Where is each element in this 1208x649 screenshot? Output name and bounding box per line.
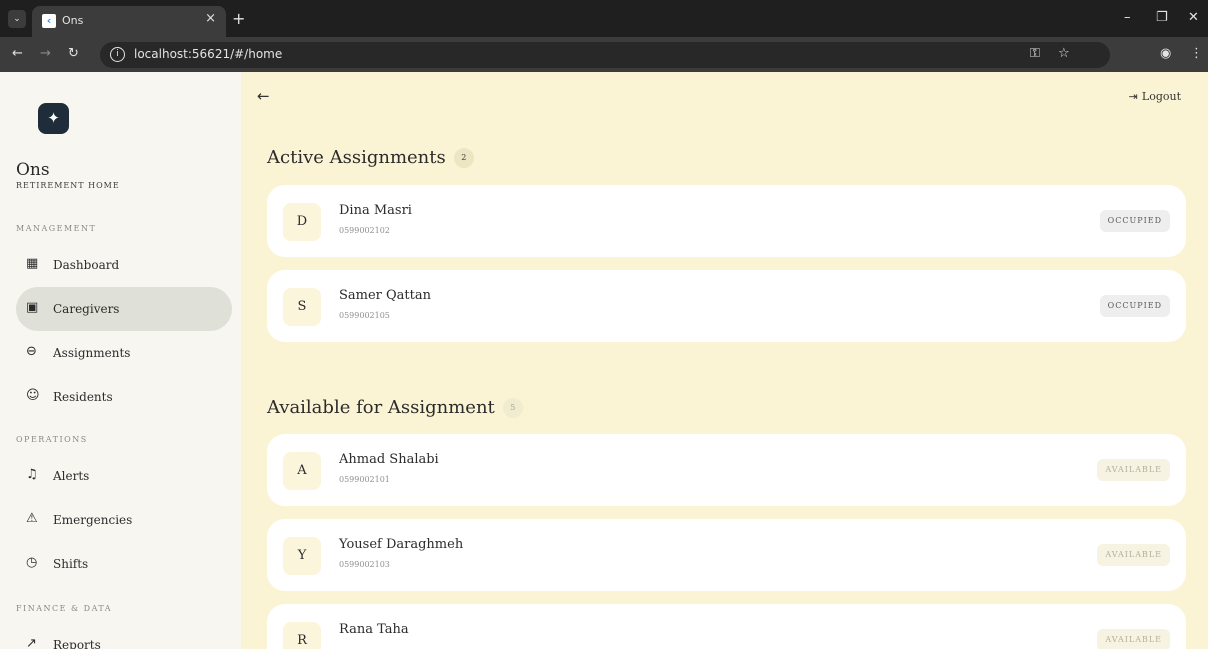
caregiver-phone: 0599002101	[339, 475, 390, 484]
available-heading: Available for Assignment 5	[267, 397, 523, 418]
sidebar-item-label: Reports	[53, 638, 101, 649]
back-arrow-icon[interactable]: ←	[257, 87, 270, 105]
logout-button[interactable]: ⇥ Logout	[1129, 90, 1181, 103]
sidebar-item-label: Dashboard	[53, 258, 120, 272]
sidebar-item-shifts[interactable]: ◷ Shifts	[16, 542, 232, 586]
caregiver-phone: 0599002105	[339, 311, 390, 320]
status-badge: AVAILABLE	[1097, 629, 1170, 649]
caregiver-card[interactable]: R Rana Taha AVAILABLE	[267, 604, 1186, 649]
sidebar-item-label: Residents	[53, 390, 113, 404]
menu-kebab-icon[interactable]: ⋮	[1190, 46, 1203, 61]
caregiver-card[interactable]: Y Yousef Daraghmeh 0599002103 AVAILABLE	[267, 519, 1186, 591]
caregiver-card[interactable]: D Dina Masri 0599002102 OCCUPIED	[267, 185, 1186, 257]
sidebar-item-label: Shifts	[53, 557, 89, 571]
sidebar-item-label: Emergencies	[53, 513, 133, 527]
link-icon: ⊖	[26, 344, 37, 359]
section-management: MANAGEMENT	[16, 224, 97, 233]
status-badge: OCCUPIED	[1099, 210, 1170, 232]
sidebar-item-label: Assignments	[53, 346, 131, 360]
tab-title: Ons	[62, 14, 84, 27]
sidebar-item-residents[interactable]: ☺ Residents	[16, 375, 232, 419]
close-window-icon[interactable]: ✕	[1188, 10, 1199, 25]
sidebar-item-assignments[interactable]: ⊖ Assignments	[16, 331, 232, 375]
sidebar-item-label: Alerts	[53, 469, 90, 483]
people-icon: ☺	[26, 388, 40, 403]
profile-icon[interactable]: ◉	[1160, 46, 1171, 61]
address-bar[interactable]: i localhost:56621/#/home ⚿ ☆	[100, 42, 1110, 68]
caregiver-phone: 0599002103	[339, 560, 390, 569]
active-assignments-heading: Active Assignments 2	[267, 147, 474, 168]
avatar: S	[283, 288, 321, 326]
count-badge: 5	[502, 398, 523, 418]
caregiver-card[interactable]: S Samer Qattan 0599002105 OCCUPIED	[267, 270, 1186, 342]
new-tab-icon[interactable]: +	[232, 9, 245, 28]
site-info-icon[interactable]: i	[110, 47, 125, 62]
url-text: localhost:56621/#/home	[134, 47, 283, 61]
avatar: R	[283, 622, 321, 649]
briefcase-icon: ▣	[26, 300, 39, 315]
avatar: D	[283, 203, 321, 241]
status-badge: AVAILABLE	[1097, 544, 1170, 566]
caregiver-name: Ahmad Shalabi	[339, 452, 439, 467]
grid-icon: ▦	[26, 256, 39, 271]
caregiver-name: Dina Masri	[339, 203, 412, 218]
heading-text: Available for Assignment	[267, 397, 495, 418]
brand-name: Ons	[16, 160, 50, 180]
section-finance-data: FINANCE & DATA	[16, 604, 113, 613]
minimize-icon[interactable]: –	[1124, 10, 1131, 25]
sidebar-item-caregivers[interactable]: ▣ Caregivers	[16, 287, 232, 331]
heading-text: Active Assignments	[267, 147, 446, 168]
count-badge: 2	[453, 148, 474, 168]
chart-icon: ↗	[26, 636, 37, 649]
sidebar: ✦ Ons RETIREMENT HOME MANAGEMENT ▦ Dashb…	[0, 72, 241, 649]
browser-tab-bar: ⌄ ‹ Ons × + – ❐ ✕	[0, 0, 1208, 37]
logout-icon: ⇥	[1128, 90, 1138, 103]
sidebar-item-alerts[interactable]: ♫ Alerts	[16, 454, 232, 498]
password-key-icon[interactable]: ⚿	[1030, 46, 1040, 61]
browser-tab[interactable]: ‹ Ons ×	[32, 6, 226, 37]
back-nav-icon[interactable]: ←	[12, 46, 23, 61]
clock-icon: ◷	[26, 555, 38, 570]
brand-subtitle: RETIREMENT HOME	[16, 181, 120, 190]
forward-nav-icon[interactable]: →	[40, 46, 51, 61]
caregiver-name: Yousef Daraghmeh	[339, 537, 464, 552]
status-badge: OCCUPIED	[1099, 295, 1170, 317]
avatar: Y	[283, 537, 321, 575]
tab-search-icon[interactable]: ⌄	[8, 10, 26, 28]
tab-close-icon[interactable]: ×	[205, 11, 216, 26]
section-operations: OPERATIONS	[16, 435, 88, 444]
status-badge: AVAILABLE	[1097, 459, 1170, 481]
sidebar-item-label: Caregivers	[53, 302, 120, 316]
bell-icon: ♫	[26, 467, 38, 482]
restore-icon[interactable]: ❐	[1156, 10, 1168, 25]
warning-icon: ⚠	[26, 511, 38, 526]
sidebar-item-emergencies[interactable]: ⚠ Emergencies	[16, 498, 232, 542]
caregiver-card[interactable]: A Ahmad Shalabi 0599002101 AVAILABLE	[267, 434, 1186, 506]
bookmark-star-icon[interactable]: ☆	[1058, 46, 1070, 61]
sidebar-item-reports[interactable]: ↗ Reports	[16, 623, 232, 649]
flutter-favicon-icon: ‹	[42, 14, 56, 28]
browser-toolbar: ← → ↻ i localhost:56621/#/home ⚿ ☆ ◉ ⋮	[0, 37, 1208, 72]
caregiver-name: Samer Qattan	[339, 288, 432, 303]
sparkle-logo-icon: ✦	[38, 103, 69, 134]
caregiver-name: Rana Taha	[339, 622, 409, 637]
reload-icon[interactable]: ↻	[68, 46, 79, 61]
sidebar-item-dashboard[interactable]: ▦ Dashboard	[16, 243, 232, 287]
caregiver-phone: 0599002102	[339, 226, 390, 235]
main-content: ← ⇥ Logout Active Assignments 2 D Dina Mas…	[241, 72, 1208, 649]
avatar: A	[283, 452, 321, 490]
logout-label: Logout	[1141, 90, 1181, 103]
